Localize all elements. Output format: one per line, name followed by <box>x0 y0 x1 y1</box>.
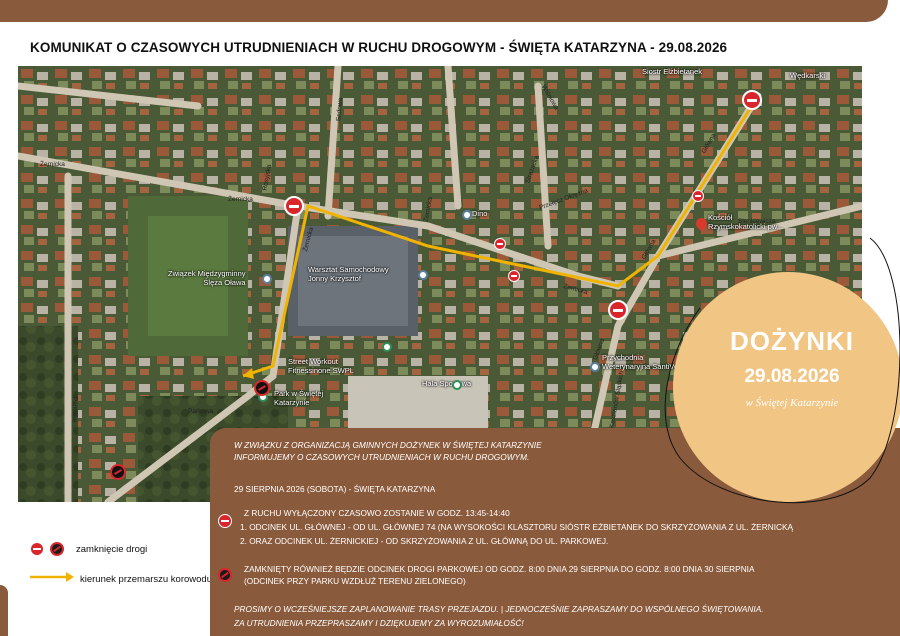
no-entry-icon <box>30 542 44 556</box>
badge-date: 29.08.2026 <box>744 366 840 387</box>
no-vehicles-icon <box>254 380 270 396</box>
route-arrow-icon <box>30 572 74 582</box>
legend-closure-label: zamknięcie drogi <box>76 544 148 555</box>
place-label: Street Workout Fitnessinone SWPL <box>288 357 354 375</box>
left-decor-edge <box>0 585 8 636</box>
street-label: Parkowa <box>188 408 214 415</box>
notice-intro-line2: INFORMUJEMY O CZASOWYCH UTRUDNIENIACH W … <box>234 452 530 462</box>
no-entry-icon <box>494 238 506 250</box>
place-label: Park w Świętej Katarzynie <box>274 389 324 407</box>
page-title: KOMUNIKAT O CZASOWYCH UTRUDNIENIACH W RU… <box>30 40 728 55</box>
street-label: Żernicka <box>40 161 65 168</box>
badge-subtitle: w Świętej Katarzynie <box>745 397 839 409</box>
no-vehicles-icon <box>50 542 64 556</box>
notice-date-line: 29 SIERPNIA 2026 (SOBOTA) - ŚWIĘTA KATAR… <box>234 484 436 494</box>
place-label: Dino <box>472 209 488 218</box>
closure-header: Z RUCHU WYŁĄCZONY CZASOWO ZOSTANIE W GOD… <box>244 508 510 518</box>
map-poi-icon <box>262 274 272 284</box>
closure-item: 1. ODCINEK UL. GŁÓWNEJ - OD UL. GŁÓWNEJ … <box>240 522 794 532</box>
place-label: Siostr Elżbietanek <box>642 67 703 76</box>
badge-title: DOŻYNKI <box>730 326 854 356</box>
place-label: Hala Sportowa <box>422 379 472 388</box>
no-entry-icon <box>692 190 704 202</box>
map-poi-icon <box>452 380 462 390</box>
top-decor-strip <box>0 0 888 22</box>
map-poi-icon <box>418 270 428 280</box>
map-poi-icon <box>462 210 472 220</box>
no-entry-icon <box>742 90 762 110</box>
no-entry-icon <box>284 196 304 216</box>
parkowa-closure: ZAMKNIĘTY RÓWNIEŻ BĘDZIE ODCINEK DROGI P… <box>244 564 755 574</box>
no-entry-icon <box>218 514 232 528</box>
no-vehicles-icon <box>218 568 232 582</box>
no-vehicles-icon <box>110 464 126 480</box>
street-label: Żernicka <box>228 196 253 203</box>
street-label: Parkowa <box>71 396 79 423</box>
closure-item: 2. ORAZ ODCINEK UL. ŻERNICKIEJ - OD SKRZ… <box>240 536 609 546</box>
map-poi-icon <box>382 342 392 352</box>
map-poi-icon <box>590 362 600 372</box>
closing-line2: ZA UTRUDNIENIA PRZEPRASZAMY I DZIĘKUJEMY… <box>234 618 524 628</box>
no-entry-icon <box>608 300 628 320</box>
parkowa-closure-note: (ODCINEK PRZY PARKU WZDŁUŻ TERENU ZIELON… <box>244 576 466 586</box>
notice-intro-line1: W ZWIĄZKU Z ORGANIZACJĄ GMINNYCH DOŻYNEK… <box>234 440 542 450</box>
legend-route-label: kierunek przemarszu korowodu <box>80 574 213 585</box>
place-label: Związek Międzygminny Ślęza Oława <box>168 269 246 287</box>
no-entry-icon <box>508 270 520 282</box>
place-label: Wędkarski <box>790 71 826 80</box>
closing-line1: PROSIMY O WCZEŚNIEJSZE ZAPLANOWANIE TRAS… <box>234 604 764 614</box>
place-label: Warsztat Samochodowy Jonny Krzysztof <box>308 265 389 283</box>
